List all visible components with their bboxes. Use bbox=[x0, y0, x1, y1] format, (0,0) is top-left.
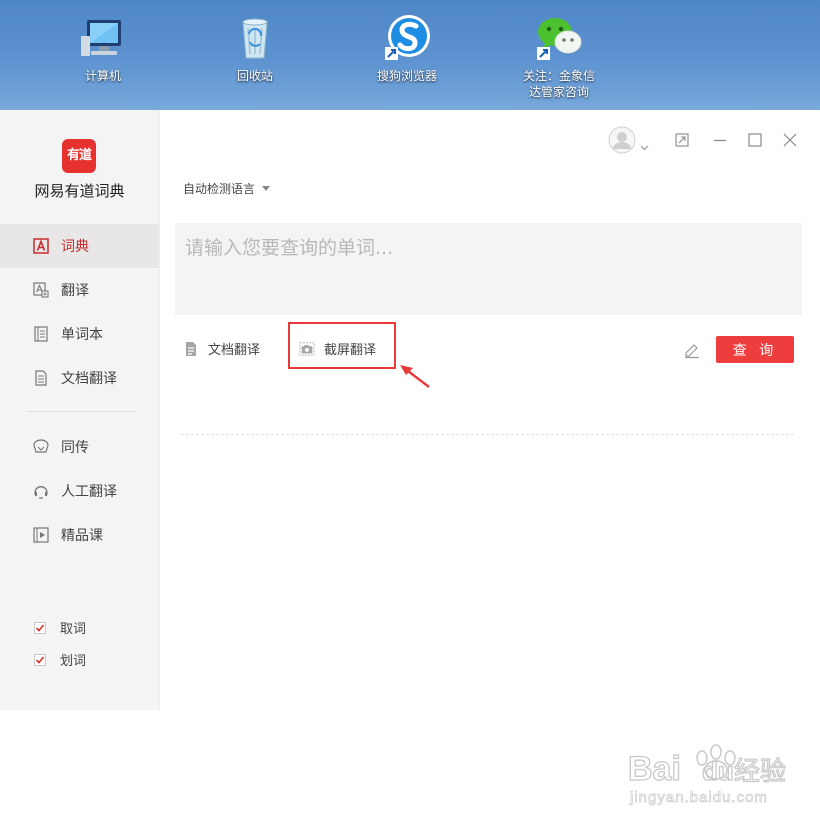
close-icon[interactable] bbox=[782, 132, 798, 148]
wechat-icon bbox=[535, 14, 583, 62]
youdao-logo-icon: 有道 bbox=[62, 139, 96, 173]
language-select-label: 自动检测语言 bbox=[183, 182, 256, 196]
query-button[interactable]: 查 询 bbox=[716, 336, 794, 363]
dictionary-icon bbox=[32, 237, 50, 255]
sidebar-item-label: 同传 bbox=[61, 440, 89, 456]
wordbook-icon bbox=[32, 325, 50, 343]
sidebar-item-label: 人工翻译 bbox=[61, 484, 117, 500]
baidu-jingyan-watermark: Bai du 经验 jingyan.baidu.com bbox=[622, 730, 802, 810]
chevron-down-icon[interactable] bbox=[640, 136, 649, 155]
sidebar-item-human-translation[interactable]: 人工翻译 bbox=[0, 469, 159, 513]
desktop-icon-wechat[interactable]: 关注：金象信 达管家咨询 bbox=[504, 14, 614, 100]
compact-mode-icon[interactable] bbox=[674, 132, 690, 148]
app-name: 网易有道词典 bbox=[34, 182, 125, 200]
pick-word-checkbox[interactable] bbox=[34, 621, 46, 634]
sidebar-item-label: 精品课 bbox=[61, 528, 103, 544]
option-pick-word[interactable]: 取词 bbox=[34, 618, 86, 637]
check-icon bbox=[35, 623, 45, 632]
sidebar-item-wordbook[interactable]: 单词本 bbox=[0, 312, 159, 356]
select-word-checkbox[interactable] bbox=[34, 653, 46, 666]
maximize-icon[interactable] bbox=[747, 132, 763, 148]
sidebar-divider bbox=[26, 411, 136, 412]
sidebar-item-label: 词典 bbox=[61, 239, 89, 255]
result-divider bbox=[181, 434, 794, 435]
document-icon bbox=[183, 341, 199, 357]
search-input[interactable] bbox=[175, 223, 802, 315]
highlight-annotation-box bbox=[288, 322, 396, 369]
desktop-background: 计算机 回收站 搜狗浏览器 关注：金象信 达管家咨询 bbox=[0, 0, 820, 110]
desktop-icon-label: 搜狗浏览器 bbox=[376, 69, 437, 83]
sidebar-item-dictionary[interactable]: 词典 bbox=[0, 224, 159, 268]
sidebar-item-translate[interactable]: 翻译 bbox=[0, 268, 159, 312]
youdao-dictionary-window: 有道 网易有道词典 词典 翻译 单词本 文档翻译 同传 人工翻译 精品课 取词 … bbox=[0, 110, 820, 806]
simultaneous-icon bbox=[32, 438, 50, 456]
sidebar: 有道 网易有道词典 词典 翻译 单词本 文档翻译 同传 人工翻译 精品课 取词 … bbox=[0, 110, 160, 710]
sidebar-item-simultaneous[interactable]: 同传 bbox=[0, 425, 159, 469]
option-label: 划词 bbox=[60, 654, 87, 669]
desktop-icon-label-line2: 达管家咨询 bbox=[528, 85, 589, 99]
sogou-browser-icon bbox=[383, 14, 431, 62]
desktop-icon-label-line1: 关注：金象信 bbox=[522, 69, 595, 83]
sidebar-item-course[interactable]: 精品课 bbox=[0, 513, 159, 557]
human-translation-icon bbox=[32, 482, 50, 500]
edit-icon[interactable] bbox=[683, 341, 701, 359]
sidebar-item-label: 单词本 bbox=[61, 327, 103, 343]
desktop-icon-label: 计算机 bbox=[84, 69, 121, 83]
sidebar-item-label: 翻译 bbox=[61, 283, 89, 299]
desktop-icon-sogou-browser[interactable]: 搜狗浏览器 bbox=[352, 14, 462, 84]
main-panel: 自动检测语言 文档翻译 截屏翻译 查 询 bbox=[160, 110, 820, 710]
annotation-arrow-icon bbox=[400, 365, 430, 388]
option-select-word[interactable]: 划词 bbox=[34, 650, 86, 669]
course-icon bbox=[32, 526, 50, 544]
sidebar-item-label: 文档翻译 bbox=[61, 371, 117, 387]
recycle-bin-icon bbox=[231, 14, 279, 62]
desktop-icon-computer[interactable]: 计算机 bbox=[48, 14, 158, 84]
doc-translate-label: 文档翻译 bbox=[208, 343, 261, 358]
desktop-icon-label: 回收站 bbox=[236, 69, 273, 83]
user-avatar-icon[interactable] bbox=[608, 126, 636, 154]
sidebar-item-document-translate[interactable]: 文档翻译 bbox=[0, 356, 159, 400]
watermark-brand: Bai bbox=[628, 750, 681, 788]
document-icon bbox=[32, 369, 50, 387]
minimize-icon[interactable] bbox=[712, 132, 728, 148]
doc-translate-button[interactable]: 文档翻译 bbox=[183, 339, 260, 358]
desktop-icon-recycle-bin[interactable]: 回收站 bbox=[200, 14, 310, 84]
watermark-url: jingyan.baidu.com bbox=[629, 789, 768, 806]
check-icon bbox=[35, 655, 45, 664]
computer-icon bbox=[79, 14, 127, 62]
watermark-cn: 经验 bbox=[734, 757, 786, 787]
watermark-brand2: du bbox=[702, 756, 734, 786]
chevron-down-icon bbox=[262, 186, 271, 191]
language-select[interactable]: 自动检测语言 bbox=[183, 180, 271, 197]
translate-icon bbox=[32, 281, 50, 299]
option-label: 取词 bbox=[60, 622, 87, 637]
